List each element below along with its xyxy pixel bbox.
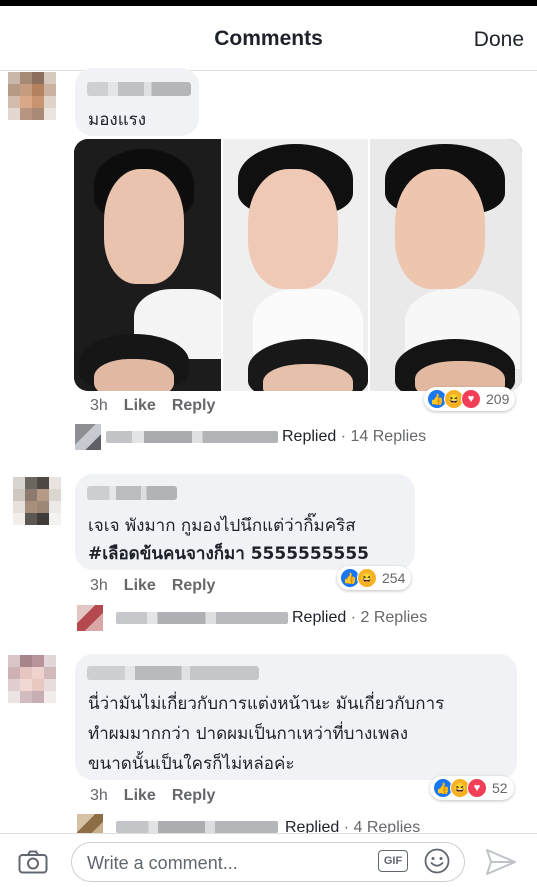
reply-button[interactable]: Reply [172, 787, 216, 804]
love-reaction-icon: ♥ [467, 778, 487, 798]
comment-text-line: ทำผมมากกว่า ปาดผมเป็นกาเหว่าที่บางเพลง [88, 724, 409, 744]
reply-avatar [75, 424, 101, 450]
avatar[interactable] [8, 72, 56, 120]
gif-icon[interactable]: GIF [378, 850, 408, 872]
reaction-count: 52 [492, 780, 508, 796]
comments-header: Comments Done [0, 6, 537, 71]
comment-text-line: เจเจ พังมาก กูมองไปนึกแต่ว่ากิ๊มคริส [88, 516, 356, 536]
camera-icon[interactable] [18, 850, 48, 874]
page-title: Comments [214, 27, 323, 50]
comment-actions: 3h Like Reply [90, 577, 231, 595]
reply-button[interactable]: Reply [172, 397, 216, 414]
comment-time: 3h [90, 577, 108, 594]
comment-text-line: #เลือดข้นคนจางก็มา 5555555555 [88, 544, 370, 564]
reaction-summary[interactable]: 👍 😆 ♥ 52 [430, 776, 514, 800]
blurred-reply-author [116, 612, 288, 624]
like-button[interactable]: Like [124, 397, 156, 414]
reaction-summary[interactable]: 👍 😆 ♥ 209 [424, 387, 516, 411]
send-icon[interactable] [485, 848, 517, 876]
done-button[interactable]: Done [474, 28, 524, 52]
like-button[interactable]: Like [124, 787, 156, 804]
comment-composer: Write a comment... GIF [0, 833, 537, 887]
reply-button[interactable]: Reply [172, 577, 216, 594]
avatar[interactable] [8, 655, 56, 703]
reaction-summary[interactable]: 👍 😆 254 [337, 566, 412, 590]
blurred-author-name [87, 666, 259, 680]
reaction-count: 209 [486, 391, 510, 407]
comment-actions: 3h Like Reply [90, 787, 231, 805]
reply-avatar [77, 605, 103, 631]
blurred-reply-author [116, 821, 278, 833]
photo-panel-3 [370, 139, 522, 391]
love-reaction-icon: ♥ [461, 389, 481, 409]
comment-time: 3h [90, 787, 108, 804]
comment-bubble[interactable]: นี่ว่ามันไม่เกี่ยวกับการแต่งหน้านะ มันเก… [75, 654, 517, 780]
avatar[interactable] [13, 477, 61, 525]
reaction-count: 254 [382, 570, 406, 586]
comment-bubble[interactable]: เจเจ พังมาก กูมองไปนึกแต่ว่ากิ๊มคริส #เล… [75, 474, 415, 570]
comment-actions: 3h Like Reply [90, 397, 231, 415]
comment-input[interactable]: Write a comment... GIF [71, 842, 465, 882]
comment-text-line: ขนาดนั้นเป็นใครก็ไม่หล่อค่ะ [88, 754, 295, 774]
like-button[interactable]: Like [124, 577, 156, 594]
comment-input-placeholder: Write a comment... [87, 853, 238, 873]
replied-text: Replied · 2 Replies [292, 609, 428, 626]
comment-text: มองแรง [88, 110, 147, 130]
photo-panel-2 [223, 139, 368, 391]
comment-time: 3h [90, 397, 108, 414]
haha-reaction-icon: 😆 [357, 568, 377, 588]
replied-text: Replied · 14 Replies [282, 428, 427, 445]
emoji-icon[interactable] [424, 848, 450, 874]
blurred-reply-author [106, 431, 278, 443]
blurred-author-name [87, 486, 177, 500]
comment-text-line: นี่ว่ามันไม่เกี่ยวกับการแต่งหน้านะ มันเก… [88, 694, 445, 714]
comment-bubble[interactable]: มองแรง [75, 68, 199, 136]
blurred-author-name [87, 82, 191, 96]
photo-panel-1 [74, 139, 221, 391]
